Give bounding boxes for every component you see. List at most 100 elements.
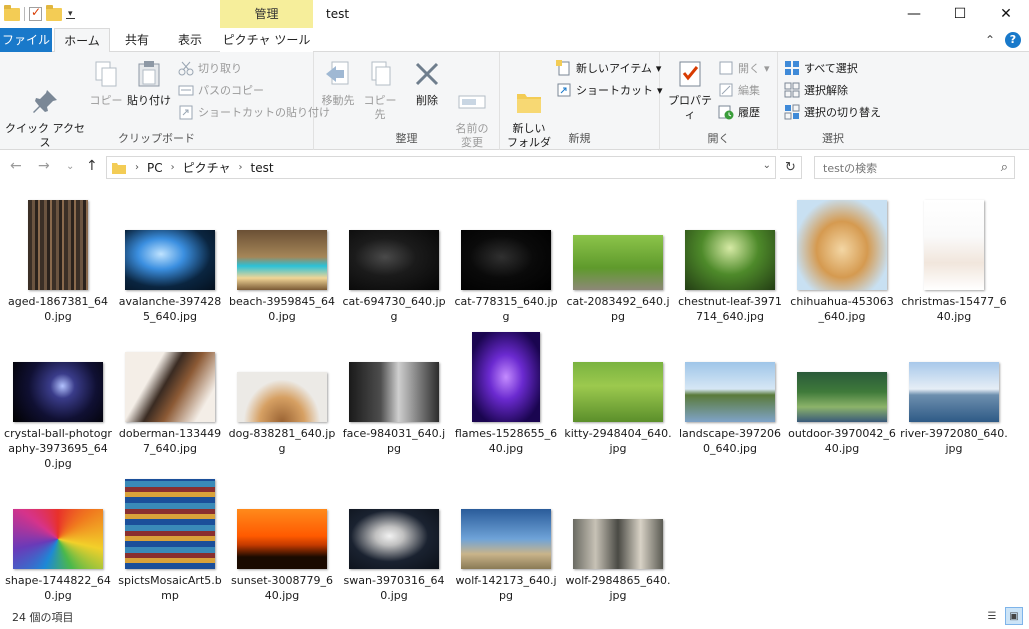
maximize-button[interactable]: ☐	[937, 0, 983, 28]
select-all-icon	[784, 60, 800, 76]
history-label: 履歴	[738, 106, 760, 119]
file-thumbnail[interactable]	[797, 200, 887, 290]
tab-share[interactable]: 共有	[112, 28, 162, 52]
file-thumbnail[interactable]	[13, 509, 103, 569]
file-thumbnail[interactable]	[909, 362, 999, 422]
address-bar[interactable]: › PC › ピクチャ › test ⌄	[106, 156, 776, 179]
up-arrow-icon[interactable]: ↑	[86, 158, 98, 174]
paste-button[interactable]: 貼り付け	[126, 58, 172, 108]
thumbnail-container	[116, 469, 224, 569]
easy-access-button[interactable]: ショートカット ▾	[556, 80, 663, 100]
file-thumbnail[interactable]	[28, 200, 88, 290]
details-view-icon[interactable]: ☰	[983, 607, 1001, 625]
help-icon[interactable]: ?	[1005, 32, 1021, 48]
open-button[interactable]: 開く ▾	[718, 58, 770, 78]
pin-quick-access-button[interactable]: クイック アクセス にピン留めする	[4, 58, 86, 164]
tab-file[interactable]: ファイル	[0, 28, 52, 52]
shortcut-icon	[556, 82, 572, 98]
select-none-label: 選択解除	[804, 84, 848, 97]
search-box[interactable]: ⌕	[814, 156, 1015, 179]
invert-selection-button[interactable]: 選択の切り替え	[784, 102, 881, 122]
copy-path-button[interactable]: パスのコピー	[178, 80, 264, 100]
select-none-button[interactable]: 選択解除	[784, 80, 848, 100]
file-name: crystal-ball-photography-3973695_640.jpg	[4, 427, 112, 470]
history-button[interactable]: 履歴	[718, 102, 760, 122]
paste-shortcut-label: ショートカットの貼り付け	[198, 106, 330, 119]
tab-view[interactable]: 表示	[164, 28, 216, 52]
file-thumbnail[interactable]	[237, 372, 327, 422]
breadcrumb-separator-icon[interactable]: ›	[171, 162, 175, 173]
breadcrumb-test[interactable]: test	[251, 161, 274, 175]
properties-icon[interactable]	[29, 5, 42, 21]
properties-button[interactable]: プロパティ	[664, 58, 716, 122]
delete-label: 削除	[416, 94, 438, 107]
copy-label: コピー	[89, 94, 123, 107]
tab-home[interactable]: ホーム	[54, 28, 110, 53]
paste-shortcut-icon	[178, 104, 194, 120]
file-thumbnail[interactable]	[349, 509, 439, 569]
new-item-label: 新しいアイテム	[576, 62, 652, 75]
file-thumbnail[interactable]	[924, 200, 984, 290]
file-thumbnail[interactable]	[237, 509, 327, 569]
cut-button[interactable]: 切り取り	[178, 58, 242, 78]
paste-shortcut-button[interactable]: ショートカットの貼り付け	[178, 102, 330, 122]
thumbnail-container	[900, 322, 1008, 422]
copy-to-label: コピー先	[363, 94, 397, 121]
quick-access-toolbar: ▾	[4, 4, 75, 24]
file-name: outdoor-3970042_640.jpg	[788, 427, 896, 455]
new-item-button[interactable]: 新しいアイテム ▾	[556, 58, 661, 78]
file-thumbnail[interactable]	[125, 479, 215, 569]
file-name: aged-1867381_640.jpg	[8, 295, 108, 323]
file-thumbnail[interactable]	[461, 230, 551, 290]
minimize-button[interactable]: —	[891, 0, 937, 28]
search-input[interactable]	[821, 160, 991, 176]
delete-x-icon	[411, 58, 443, 90]
tab-picture-tools[interactable]: ピクチャ ツール	[220, 28, 313, 52]
move-to-button[interactable]: 移動先	[318, 58, 358, 108]
select-all-button[interactable]: すべて選択	[784, 58, 858, 78]
file-thumbnail[interactable]	[125, 352, 215, 422]
file-thumbnail[interactable]	[797, 372, 887, 422]
new-folder-button[interactable]: 新しい フォルダー	[504, 58, 554, 164]
folder-icon[interactable]	[4, 4, 20, 21]
new-folder-icon[interactable]	[46, 4, 62, 21]
file-thumbnail[interactable]	[573, 362, 663, 422]
customize-qat-dropdown-icon[interactable]: ▾	[66, 9, 75, 19]
properties-label: プロパティ	[668, 94, 712, 121]
new-item-icon	[556, 60, 572, 76]
file-thumbnail[interactable]	[461, 509, 551, 569]
copy-path-label: パスのコピー	[198, 84, 264, 97]
address-dropdown-icon[interactable]: ⌄	[763, 160, 771, 171]
file-thumbnail[interactable]	[573, 235, 663, 290]
file-thumbnail[interactable]	[349, 362, 439, 422]
file-name: river-3972080_640.jpg	[900, 427, 1008, 455]
search-icon[interactable]: ⌕	[1001, 160, 1008, 175]
edit-label: 編集	[738, 84, 760, 97]
file-thumbnail[interactable]	[573, 519, 663, 569]
recent-locations-chevron-icon[interactable]: ⌄	[66, 161, 74, 172]
breadcrumb-separator-icon[interactable]: ›	[239, 162, 243, 173]
forward-arrow-icon[interactable]: →	[38, 158, 50, 174]
file-thumbnail[interactable]	[685, 362, 775, 422]
file-thumbnail[interactable]	[13, 362, 103, 422]
breadcrumb-separator-icon[interactable]: ›	[135, 162, 139, 173]
edit-button[interactable]: 編集	[718, 80, 760, 100]
copy-button[interactable]: コピー	[88, 58, 124, 108]
large-icons-view-icon[interactable]: ▣	[1005, 607, 1023, 625]
file-thumbnail[interactable]	[125, 230, 215, 290]
breadcrumb-pictures[interactable]: ピクチャ	[183, 159, 231, 176]
back-arrow-icon[interactable]: ←	[10, 158, 22, 174]
file-thumbnail[interactable]	[237, 230, 327, 290]
file-thumbnail[interactable]	[472, 332, 540, 422]
copy-to-button[interactable]: コピー先	[360, 58, 400, 122]
file-thumbnail[interactable]	[349, 230, 439, 290]
breadcrumb-pc[interactable]: PC	[147, 161, 163, 175]
delete-button[interactable]: 削除	[410, 58, 444, 108]
close-button[interactable]: ✕	[983, 0, 1029, 28]
thumbnail-container	[900, 190, 1008, 290]
collapse-ribbon-icon[interactable]: ⌃	[985, 33, 995, 47]
file-thumbnail[interactable]	[685, 230, 775, 290]
thumbnail-container	[228, 190, 336, 290]
refresh-button[interactable]: ↻	[780, 156, 802, 179]
thumbnail-container	[116, 322, 224, 422]
